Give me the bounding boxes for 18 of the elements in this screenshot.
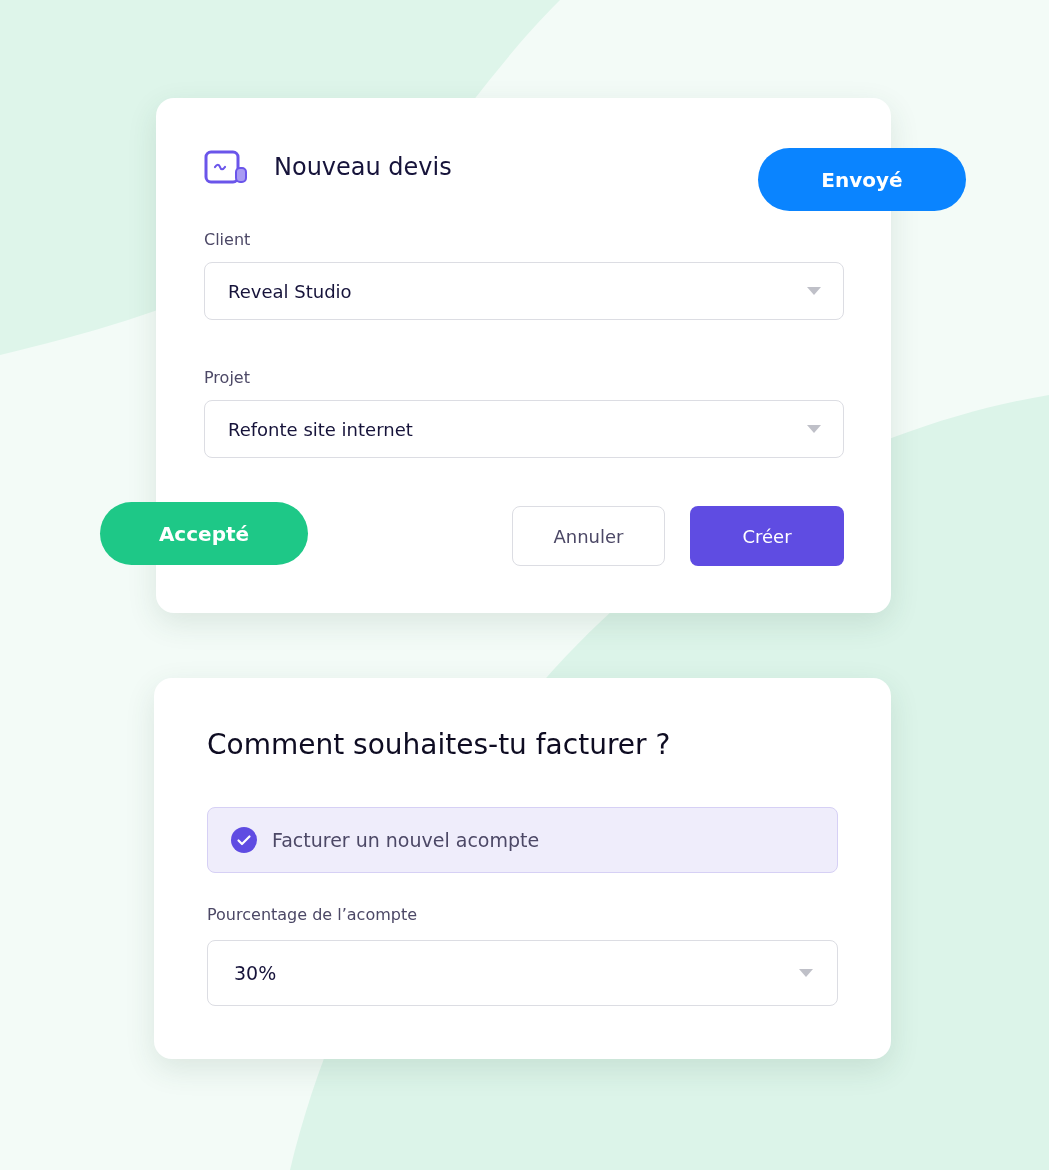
select-field[interactable]: 30% [207,940,838,1006]
card-title: Comment souhaites-tu facturer ? [207,728,672,761]
cancel-button[interactable]: Annuler [512,506,665,566]
dropdown-caret-icon [807,425,821,433]
status-badge: Envoyé [758,148,966,211]
field-label: Pourcentage de l’acompte [207,905,419,924]
card-title: Nouveau devis [274,153,452,181]
status-badge: Accepté [100,502,308,565]
create-button[interactable]: Créer [690,506,844,566]
checkbox-icon [230,826,258,854]
field-label: Projet [204,368,251,387]
select-field[interactable]: Refonte site internet [204,400,844,458]
dropdown-caret-icon [799,969,813,977]
field-label: Client [204,230,252,249]
select-field[interactable]: Reveal Studio [204,262,844,320]
document-icon [204,150,248,184]
checkbox-option[interactable]: Facturer un nouvel acompte [207,807,838,873]
dropdown-caret-icon [807,287,821,295]
